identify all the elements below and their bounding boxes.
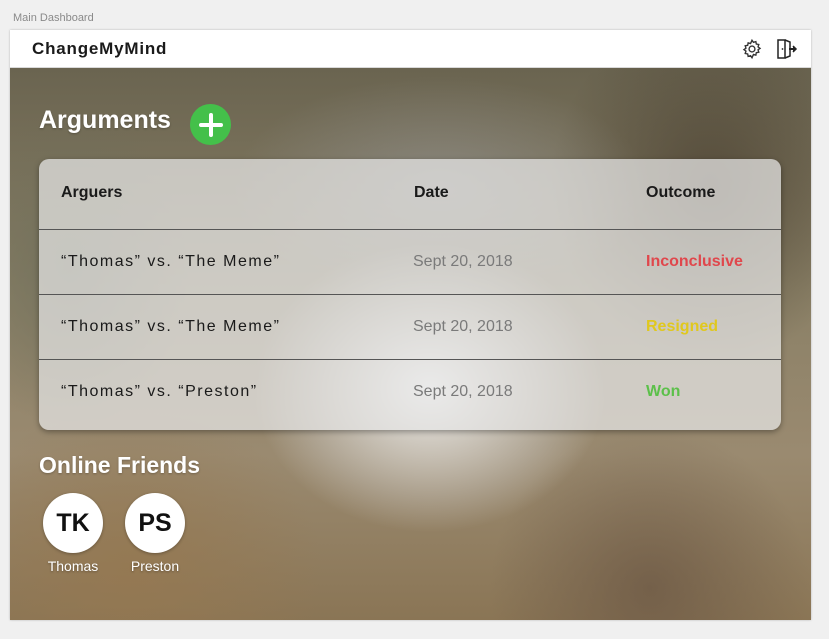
avatar: PS [125, 493, 185, 553]
column-header-date[interactable]: Date [414, 184, 449, 202]
arguers-cell: “Thomas” vs. “The Meme” [61, 253, 281, 270]
arguers-cell: “Thomas” vs. “The Meme” [61, 318, 281, 335]
artboard-label: Main Dashboard [13, 12, 94, 24]
outcome-cell: Won [646, 383, 681, 400]
table-row[interactable]: “Thomas” vs. “The Meme” Sept 20, 2018 Re… [39, 295, 781, 360]
arguments-title: Arguments [39, 106, 171, 134]
outcome-cell: Inconclusive [646, 253, 743, 270]
logout-icon[interactable] [773, 36, 799, 62]
table-header: Arguers Date Outcome [39, 159, 781, 230]
friend-preston[interactable]: PS Preston [120, 493, 190, 574]
arguments-table: Arguers Date Outcome “Thomas” vs. “The M… [39, 159, 781, 430]
column-header-arguers[interactable]: Arguers [61, 184, 122, 202]
table-row[interactable]: “Thomas” vs. “The Meme” Sept 20, 2018 In… [39, 230, 781, 295]
main-dashboard: ChangeMyMind Arguments Arguers Date Outc… [10, 30, 811, 620]
top-bar: ChangeMyMind [10, 30, 811, 68]
friend-name: Preston [130, 558, 180, 574]
column-header-outcome[interactable]: Outcome [646, 184, 715, 202]
arguers-cell: “Thomas” vs. “Preston” [61, 383, 258, 400]
friend-thomas[interactable]: TK Thomas [38, 493, 108, 574]
date-cell: Sept 20, 2018 [413, 383, 513, 400]
friend-name: Thomas [47, 558, 99, 574]
plus-icon [198, 112, 223, 137]
date-cell: Sept 20, 2018 [413, 253, 513, 270]
table-row[interactable]: “Thomas” vs. “Preston” Sept 20, 2018 Won [39, 360, 781, 425]
date-cell: Sept 20, 2018 [413, 318, 513, 335]
outcome-cell: Resigned [646, 318, 719, 335]
online-friends-title: Online Friends [39, 452, 201, 478]
gear-icon[interactable] [739, 36, 765, 62]
app-title: ChangeMyMind [32, 38, 168, 58]
avatar: TK [43, 493, 103, 553]
add-argument-button[interactable] [190, 104, 231, 145]
